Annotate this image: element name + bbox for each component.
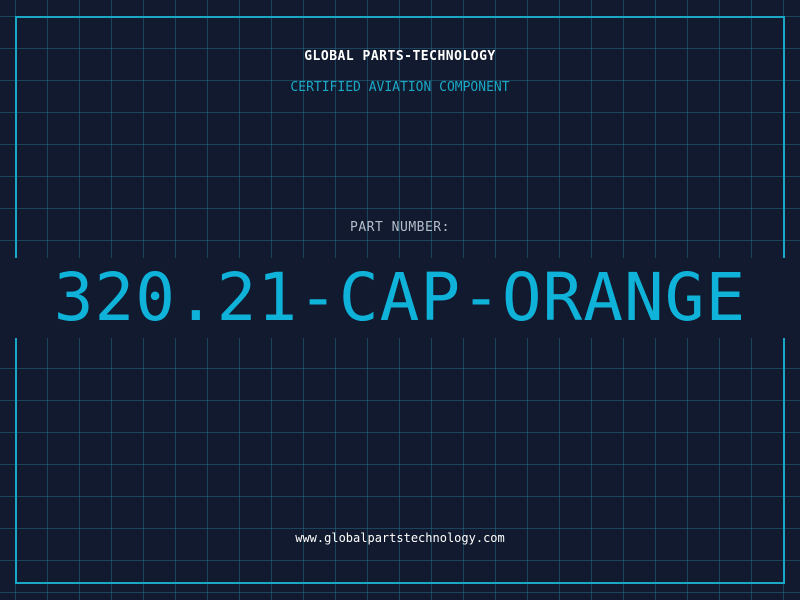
- website-url: www.globalpartstechnology.com: [295, 531, 505, 545]
- part-number-label: PART NUMBER:: [350, 220, 450, 235]
- company-name: GLOBAL PARTS-TECHNOLOGY: [304, 49, 496, 64]
- certification-subtitle: CERTIFIED AVIATION COMPONENT: [290, 80, 510, 95]
- part-number-value: 320.21-CAP-ORANGE: [53, 259, 747, 336]
